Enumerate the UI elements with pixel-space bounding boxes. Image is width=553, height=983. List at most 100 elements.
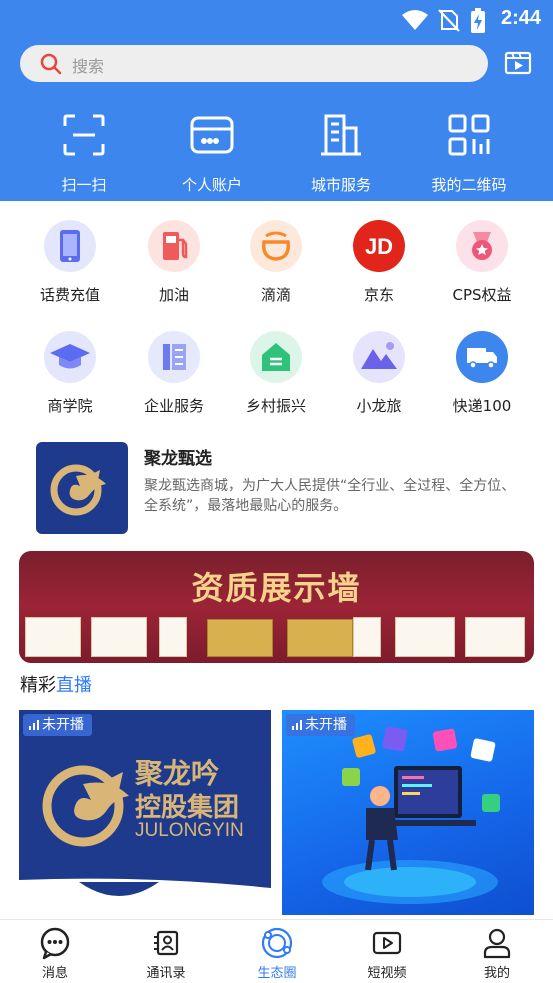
tab-label: 通讯录 xyxy=(146,966,186,981)
qrcode-icon xyxy=(446,112,492,158)
search-placeholder: 搜索 xyxy=(72,57,105,76)
service-express[interactable]: 快递100 xyxy=(430,331,534,416)
featured-store-card[interactable]: 聚龙甄选 聚龙甄选商城，为广大人民提供“全行业、全过程、全方位、全系统”，最落地… xyxy=(36,442,536,534)
service-cps[interactable]: CPS权益 xyxy=(430,220,534,305)
section-title-highlight: 直播 xyxy=(56,675,92,696)
service-label: 乡村振兴 xyxy=(245,397,306,415)
tab-profile[interactable]: 我的 xyxy=(452,926,542,981)
service-label: 加油 xyxy=(158,286,189,304)
feature-description: 聚龙甄选商城，为广大人民提供“全行业、全过程、全方位、全系统”，最落地最贴心的服… xyxy=(144,478,516,514)
phone-recharge-icon xyxy=(44,220,96,272)
fuel-icon xyxy=(148,220,200,272)
tab-short-video[interactable]: 短视频 xyxy=(342,926,432,981)
certificate-image xyxy=(25,617,81,657)
certificate-image xyxy=(207,619,273,657)
card-icon xyxy=(189,112,235,158)
certificate-image xyxy=(287,619,353,657)
tab-ecosystem[interactable]: 生态圈 xyxy=(232,926,322,981)
status-bar: 2:44 xyxy=(0,0,553,40)
video-button[interactable] xyxy=(504,49,532,77)
video-play-icon xyxy=(504,51,532,75)
badge-text: 未开播 xyxy=(42,717,84,733)
enterprise-icon xyxy=(148,331,200,383)
search-icon xyxy=(40,53,62,79)
status-time: 2:44 xyxy=(500,7,541,29)
search-input[interactable]: 搜索 xyxy=(20,45,488,82)
service-fuel[interactable]: 加油 xyxy=(122,220,226,305)
service-label: 京东 xyxy=(363,286,394,304)
certificate-image xyxy=(353,617,381,657)
banner-title: 资质展示墙 xyxy=(191,569,362,607)
service-jd[interactable]: JD 京东 xyxy=(327,220,431,305)
service-label: CPS权益 xyxy=(452,286,512,304)
service-label: 话费充值 xyxy=(39,286,100,304)
brand-line2: 控股集团 xyxy=(135,792,239,823)
quick-account[interactable]: 个人账户 xyxy=(147,112,277,195)
live-status-badge: 未开播 xyxy=(286,714,355,736)
brand-line1: 聚龙吟 xyxy=(134,757,219,790)
quick-label: 我的二维码 xyxy=(431,176,507,194)
video-icon xyxy=(370,926,404,960)
bottom-tab-bar: 消息 通讯录 生态圈 短视频 我的 xyxy=(0,919,553,983)
service-village[interactable]: 乡村振兴 xyxy=(224,331,328,416)
quick-city-service[interactable]: 城市服务 xyxy=(276,112,406,195)
service-didi[interactable]: 滴滴 xyxy=(224,220,328,305)
quick-qrcode[interactable]: 我的二维码 xyxy=(404,112,534,195)
quick-label: 扫一扫 xyxy=(61,176,107,194)
message-icon xyxy=(38,926,72,960)
signal-bars-icon xyxy=(29,715,39,737)
live-status-badge: 未开播 xyxy=(23,714,92,736)
wifi-icon xyxy=(401,8,429,36)
battery-charging-icon xyxy=(470,8,486,38)
contacts-icon xyxy=(149,926,183,960)
certificate-image xyxy=(465,617,525,657)
svg-text:JD: JD xyxy=(365,234,393,259)
section-title-prefix: 精彩 xyxy=(20,675,56,696)
service-phone-recharge[interactable]: 话费充值 xyxy=(18,220,122,305)
village-icon xyxy=(250,331,302,383)
certificate-image xyxy=(159,617,187,657)
live-card[interactable]: 聚龙吟 控股集团 JULONGYIN 未开播 xyxy=(19,710,271,915)
certificate-image xyxy=(91,617,147,657)
jd-icon: JD xyxy=(353,220,405,272)
service-label: 企业服务 xyxy=(143,397,204,415)
qualification-banner[interactable]: 资质展示墙 xyxy=(19,551,534,663)
tab-messages[interactable]: 消息 xyxy=(10,926,100,981)
tab-label: 我的 xyxy=(483,966,510,981)
quick-label: 城市服务 xyxy=(310,176,371,194)
service-label: 小龙旅 xyxy=(356,397,402,415)
quick-scan[interactable]: 扫一扫 xyxy=(19,112,149,195)
truck-icon xyxy=(456,331,508,383)
signal-bars-icon xyxy=(292,715,302,737)
badge-text: 未开播 xyxy=(305,717,347,733)
tab-label: 短视频 xyxy=(367,966,407,981)
quick-actions: 扫一扫 个人账户 城市服务 我的二维码 xyxy=(0,92,553,201)
quick-label: 个人账户 xyxy=(181,176,242,194)
didi-icon xyxy=(250,220,302,272)
tab-contacts[interactable]: 通讯录 xyxy=(121,926,211,981)
live-card[interactable]: 未开播 xyxy=(282,710,534,915)
mountain-icon xyxy=(353,331,405,383)
julong-logo xyxy=(36,442,128,534)
medal-icon xyxy=(456,220,508,272)
service-label: 商学院 xyxy=(47,397,93,415)
graduation-cap-icon xyxy=(44,331,96,383)
service-business-school[interactable]: 商学院 xyxy=(18,331,122,416)
service-enterprise[interactable]: 企业服务 xyxy=(122,331,226,416)
scan-icon xyxy=(61,112,107,158)
service-travel[interactable]: 小龙旅 xyxy=(327,331,431,416)
brand-en: JULONGYIN xyxy=(135,820,244,841)
app-screen: 2:44 搜索 扫一扫 个人账户 城市服务 我的二维码 话费充值 加油 滴滴 J… xyxy=(0,0,553,983)
live-section-title: 精彩直播 xyxy=(20,671,92,697)
certificate-image xyxy=(395,617,455,657)
profile-icon xyxy=(480,926,514,960)
service-label: 快递100 xyxy=(452,397,512,415)
developer-illustration xyxy=(322,726,500,904)
no-sim-icon xyxy=(438,8,460,36)
ecosystem-icon xyxy=(260,926,294,960)
feature-title: 聚龙甄选 xyxy=(144,449,212,469)
julongyin-logo: 聚龙吟 控股集团 JULONGYIN xyxy=(19,757,271,915)
building-icon xyxy=(318,112,364,158)
service-label: 滴滴 xyxy=(260,286,291,304)
search-bar: 搜索 xyxy=(0,40,553,92)
